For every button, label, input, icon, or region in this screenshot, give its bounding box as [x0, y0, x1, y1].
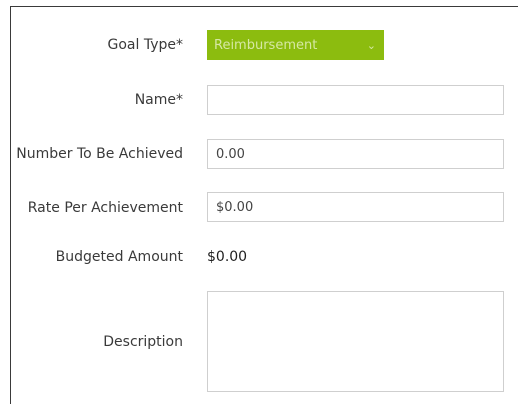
description-textarea[interactable] [207, 291, 504, 392]
name-label: Name* [134, 92, 183, 108]
name-input[interactable] [207, 85, 504, 115]
budgeted-amount-value: $0.00 [207, 249, 248, 265]
rate-per-achievement-input[interactable] [207, 192, 504, 222]
budgeted-amount-label: Budgeted Amount [55, 249, 183, 265]
rate-per-achievement-label: Rate Per Achievement [27, 200, 183, 216]
goal-type-label: Goal Type* [107, 37, 184, 53]
description-label: Description [103, 334, 183, 350]
number-to-be-achieved-input[interactable] [207, 139, 504, 169]
goal-type-selected-value: Reimbursement [214, 37, 318, 53]
number-to-be-achieved-label: Number To Be Achieved [16, 146, 183, 162]
goal-type-select[interactable]: Reimbursement ⌄ [207, 30, 384, 60]
chevron-down-icon: ⌄ [366, 38, 376, 52]
